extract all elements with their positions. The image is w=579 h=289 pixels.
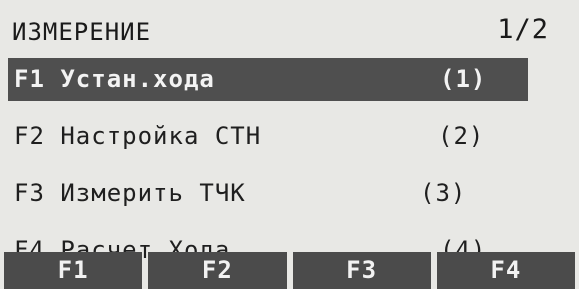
softkey-bar: F1 F2 F3 F4 (0, 252, 579, 289)
menu-item-number: (2) (438, 122, 485, 150)
menu-item-label: F3 Измерить ТЧК (14, 179, 246, 207)
softkey-f1[interactable]: F1 (4, 252, 143, 289)
softkey-f3[interactable]: F3 (292, 252, 431, 289)
menu-item-number: (1) (440, 65, 487, 93)
softkey-f4[interactable]: F4 (436, 252, 575, 289)
menu-item-setup-traverse[interactable]: F1 Устан.хода (1) (8, 58, 528, 101)
menu-item-label: F1 Устан.хода (14, 65, 215, 93)
screen-title: ИЗМЕРЕНИЕ (12, 18, 152, 46)
softkey-f2[interactable]: F2 (148, 252, 287, 289)
menu-item-number: (3) (420, 179, 467, 207)
menu-item-label: F2 Настройка СТН (14, 122, 262, 150)
menu-item-station-setup[interactable]: F2 Настройка СТН (2) (8, 115, 528, 158)
menu-item-measure-point[interactable]: F3 Измерить ТЧК (3) (8, 172, 528, 215)
instrument-screen: ИЗМЕРЕНИЕ 1/2 F1 Устан.хода (1) F2 Настр… (0, 0, 579, 289)
page-indicator: 1/2 (497, 14, 549, 45)
